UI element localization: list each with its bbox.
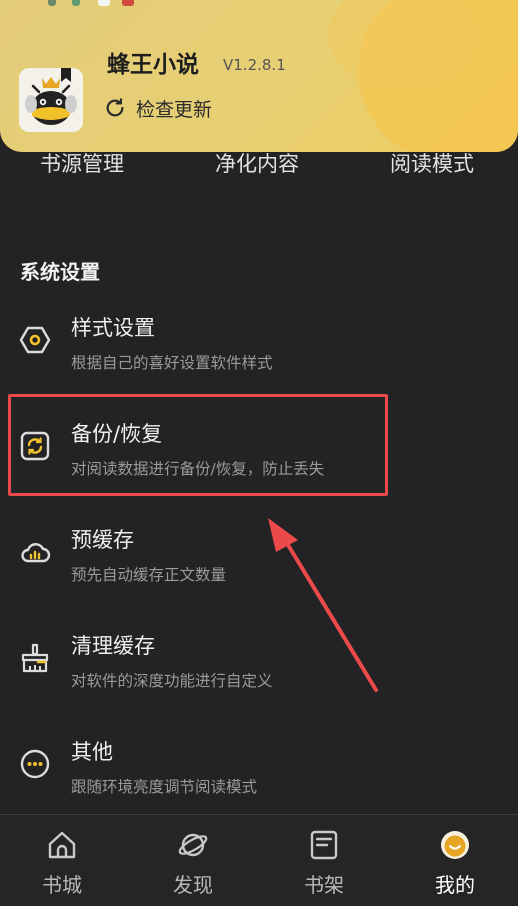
settings-item-other[interactable]: 其他 跟随环境亮度调节阅读模式 [0, 728, 518, 818]
bee-king-logo-icon [25, 68, 77, 125]
quick-tabs: 书源管理 净化内容 阅读模式 [0, 148, 518, 184]
tab-purify-content[interactable]: 净化内容 [215, 148, 299, 178]
nav-mine[interactable]: 我的 [405, 815, 505, 906]
avatar-icon [441, 831, 469, 859]
nav-label: 书城 [42, 873, 82, 897]
settings-item-title: 其他 [71, 740, 113, 764]
settings-item-desc: 跟随环境亮度调节阅读模式 [71, 778, 258, 796]
nav-label: 我的 [435, 873, 475, 897]
planet-discover-icon [178, 833, 208, 857]
section-title: 系统设置 [20, 260, 100, 284]
settings-item-title: 备份/恢复 [71, 422, 163, 446]
settings-item-clear-cache[interactable]: 清理缓存 对软件的深度功能进行自定义 [0, 622, 518, 712]
settings-item-desc: 预先自动缓存正文数量 [71, 566, 227, 584]
check-update-label: 检查更新 [136, 98, 213, 121]
cloud-chart-icon [21, 543, 51, 563]
app-logo [19, 68, 83, 132]
sync-backup-icon [20, 431, 50, 461]
app-name: 蜂王小说 [107, 52, 199, 78]
settings-item-title: 清理缓存 [71, 634, 155, 658]
more-dots-icon [20, 749, 50, 779]
hexagon-style-icon [19, 326, 51, 354]
nav-bookshelf[interactable]: 书架 [274, 815, 374, 906]
check-update-button[interactable]: 检查更新 [104, 95, 212, 121]
settings-item-title: 样式设置 [71, 316, 155, 340]
broom-clean-icon [21, 643, 49, 673]
tab-source-manage[interactable]: 书源管理 [40, 148, 124, 178]
nav-discover[interactable]: 发现 [143, 815, 243, 906]
bottom-nav: 书城 发现 书架 我的 [0, 814, 518, 906]
settings-item-desc: 对阅读数据进行备份/恢复，防止丢失 [71, 460, 325, 478]
bookshelf-icon [310, 830, 338, 860]
settings-item-backup-restore[interactable]: 备份/恢复 对阅读数据进行备份/恢复，防止丢失 [0, 410, 518, 500]
settings-item-desc: 对软件的深度功能进行自定义 [71, 672, 273, 690]
settings-item-precache[interactable]: 预缓存 预先自动缓存正文数量 [0, 516, 518, 606]
refresh-icon [106, 98, 124, 117]
status-bar-glyphs [48, 0, 148, 8]
tab-reading-mode[interactable]: 阅读模式 [390, 148, 474, 178]
settings-item-title: 预缓存 [71, 528, 134, 552]
settings-item-style[interactable]: 样式设置 根据自己的喜好设置软件样式 [0, 304, 518, 394]
nav-label: 书架 [304, 873, 344, 897]
nav-bookstore[interactable]: 书城 [12, 815, 112, 906]
home-icon [48, 831, 76, 859]
app-version: V1.2.8.1 [223, 56, 286, 74]
nav-label: 发现 [173, 873, 213, 897]
settings-item-desc: 根据自己的喜好设置软件样式 [71, 354, 273, 372]
